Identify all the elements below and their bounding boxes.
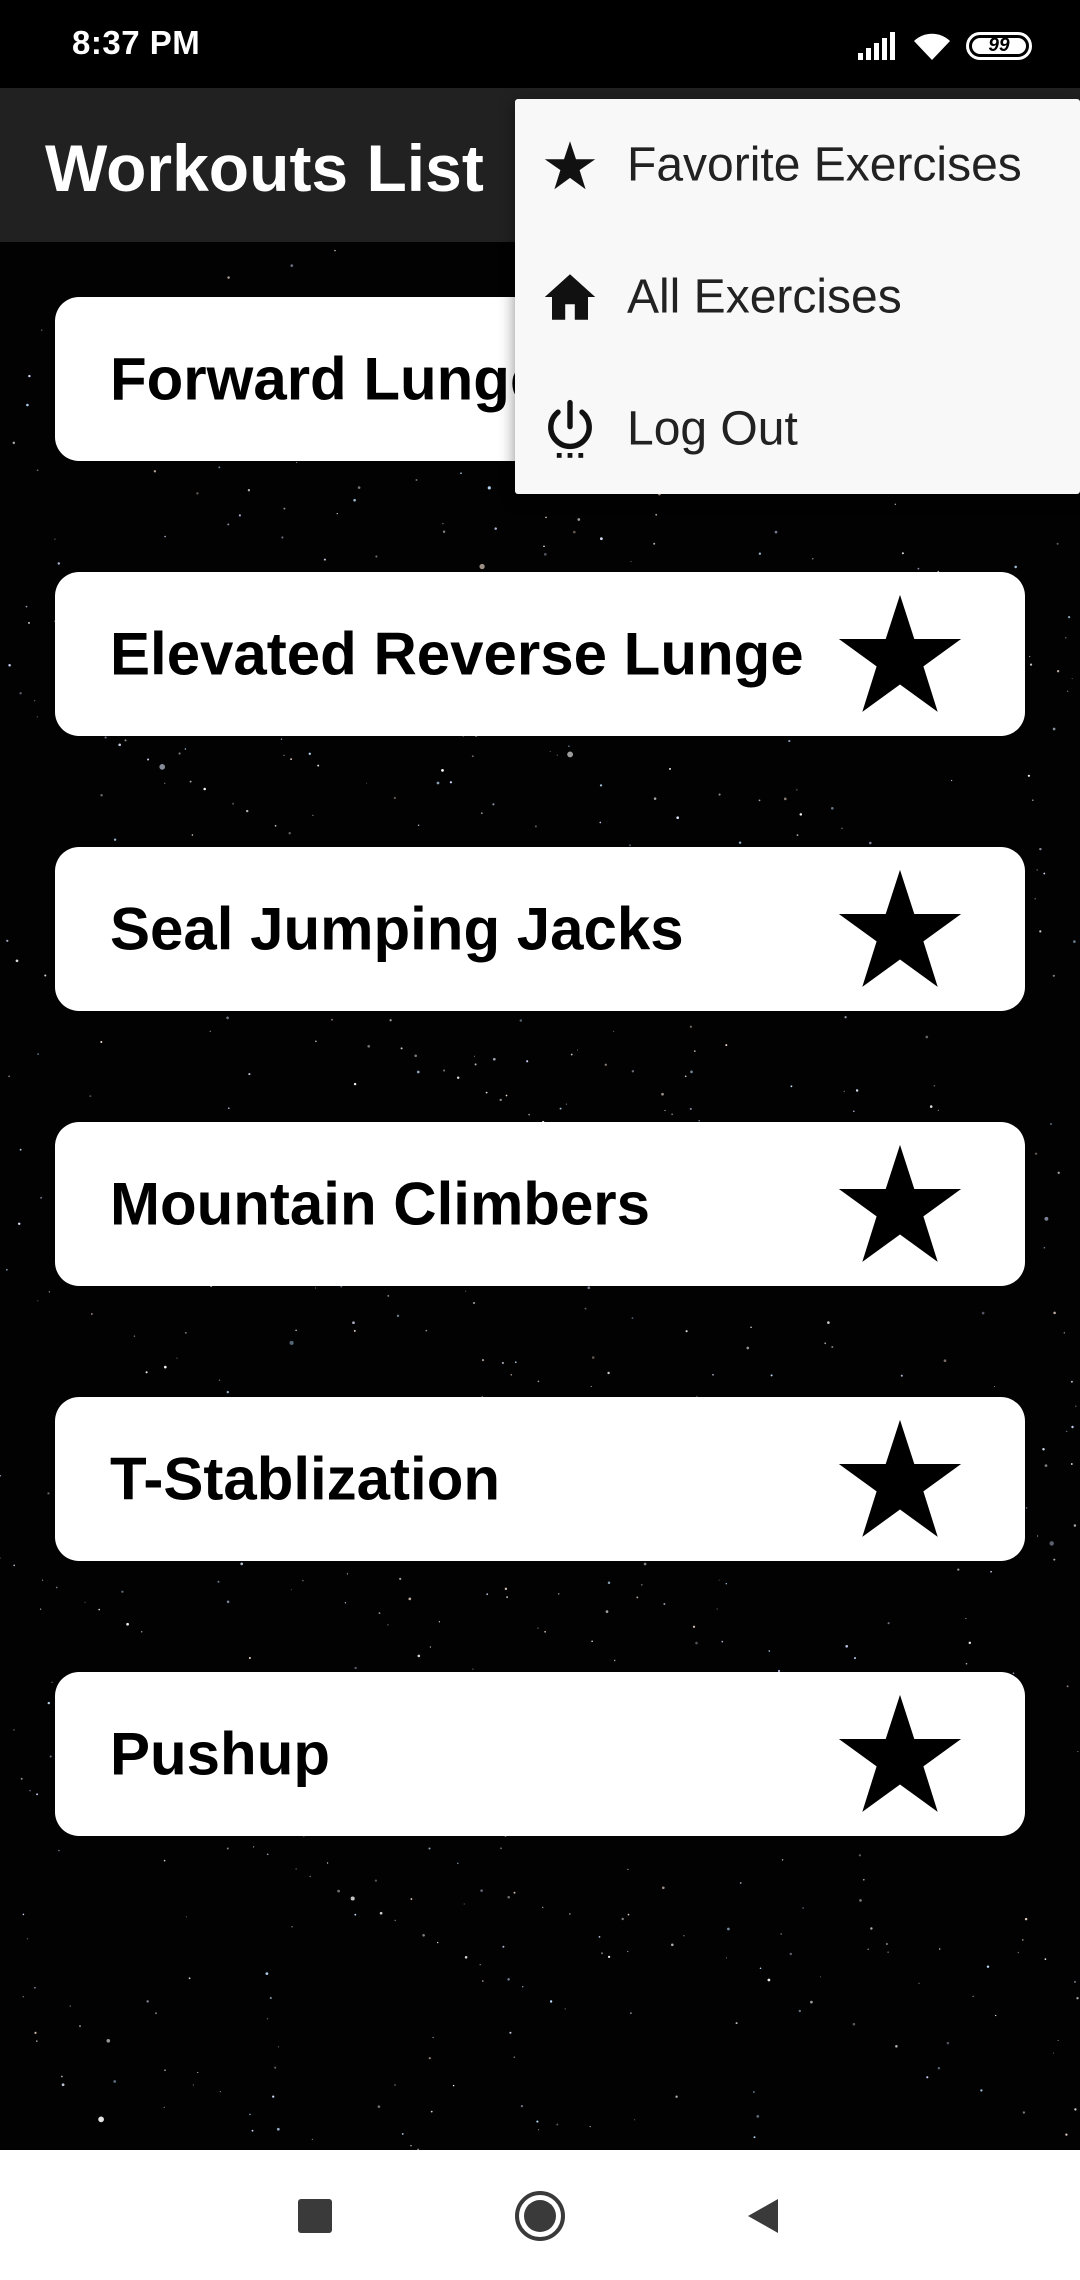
workout-name: Elevated Reverse Lunge [110, 620, 804, 688]
workout-card[interactable]: T-Stablization [55, 1397, 1025, 1561]
recents-square-icon [298, 2199, 332, 2233]
workout-card[interactable]: Pushup [55, 1672, 1025, 1836]
workout-card[interactable]: Elevated Reverse Lunge [55, 572, 1025, 736]
status-bar: 8:37 PM 99 [0, 0, 1080, 88]
home-icon [544, 274, 596, 320]
battery-icon: 99 [966, 32, 1032, 60]
star-icon[interactable] [835, 592, 965, 716]
status-icons: 99 [856, 26, 1032, 66]
menu-item-favorite-exercises[interactable]: Favorite Exercises [515, 99, 1080, 231]
star-icon [544, 141, 596, 190]
workout-name: T-Stablization [110, 1445, 500, 1513]
page-title: Workouts List [45, 131, 484, 205]
star-icon[interactable] [835, 1417, 965, 1541]
workout-name: Mountain Climbers [110, 1170, 651, 1238]
star-icon[interactable] [835, 1692, 965, 1816]
home-button[interactable] [498, 2174, 582, 2258]
workout-card[interactable]: Mountain Climbers [55, 1122, 1025, 1286]
status-time: 8:37 PM [72, 24, 201, 61]
home-circle-icon [515, 2191, 565, 2241]
menu-item-label: Favorite Exercises [627, 138, 1022, 192]
menu-item-label: All Exercises [627, 270, 902, 324]
battery-level: 99 [988, 35, 1010, 56]
overflow-menu: Favorite Exercises All Exercises Log Out [515, 99, 1080, 494]
workout-name: Pushup [110, 1720, 330, 1788]
workout-list[interactable]: Forward Lunge Elevated Reverse Lunge Sea… [0, 242, 1080, 2150]
workout-name: Forward Lunge [110, 345, 544, 413]
workout-name: Seal Jumping Jacks [110, 895, 684, 963]
back-triangle-icon [748, 2199, 778, 2233]
power-icon [548, 399, 592, 458]
system-nav-bar [0, 2150, 1080, 2280]
workout-card[interactable]: Seal Jumping Jacks [55, 847, 1025, 1011]
signal-icon [858, 32, 895, 60]
wifi-icon [914, 33, 950, 60]
star-icon[interactable] [835, 867, 965, 991]
recents-button[interactable] [273, 2174, 357, 2258]
back-button[interactable] [720, 2174, 804, 2258]
menu-item-log-out[interactable]: Log Out [515, 363, 1080, 495]
menu-item-all-exercises[interactable]: All Exercises [515, 231, 1080, 363]
star-icon[interactable] [835, 1142, 965, 1266]
menu-item-label: Log Out [627, 402, 798, 456]
